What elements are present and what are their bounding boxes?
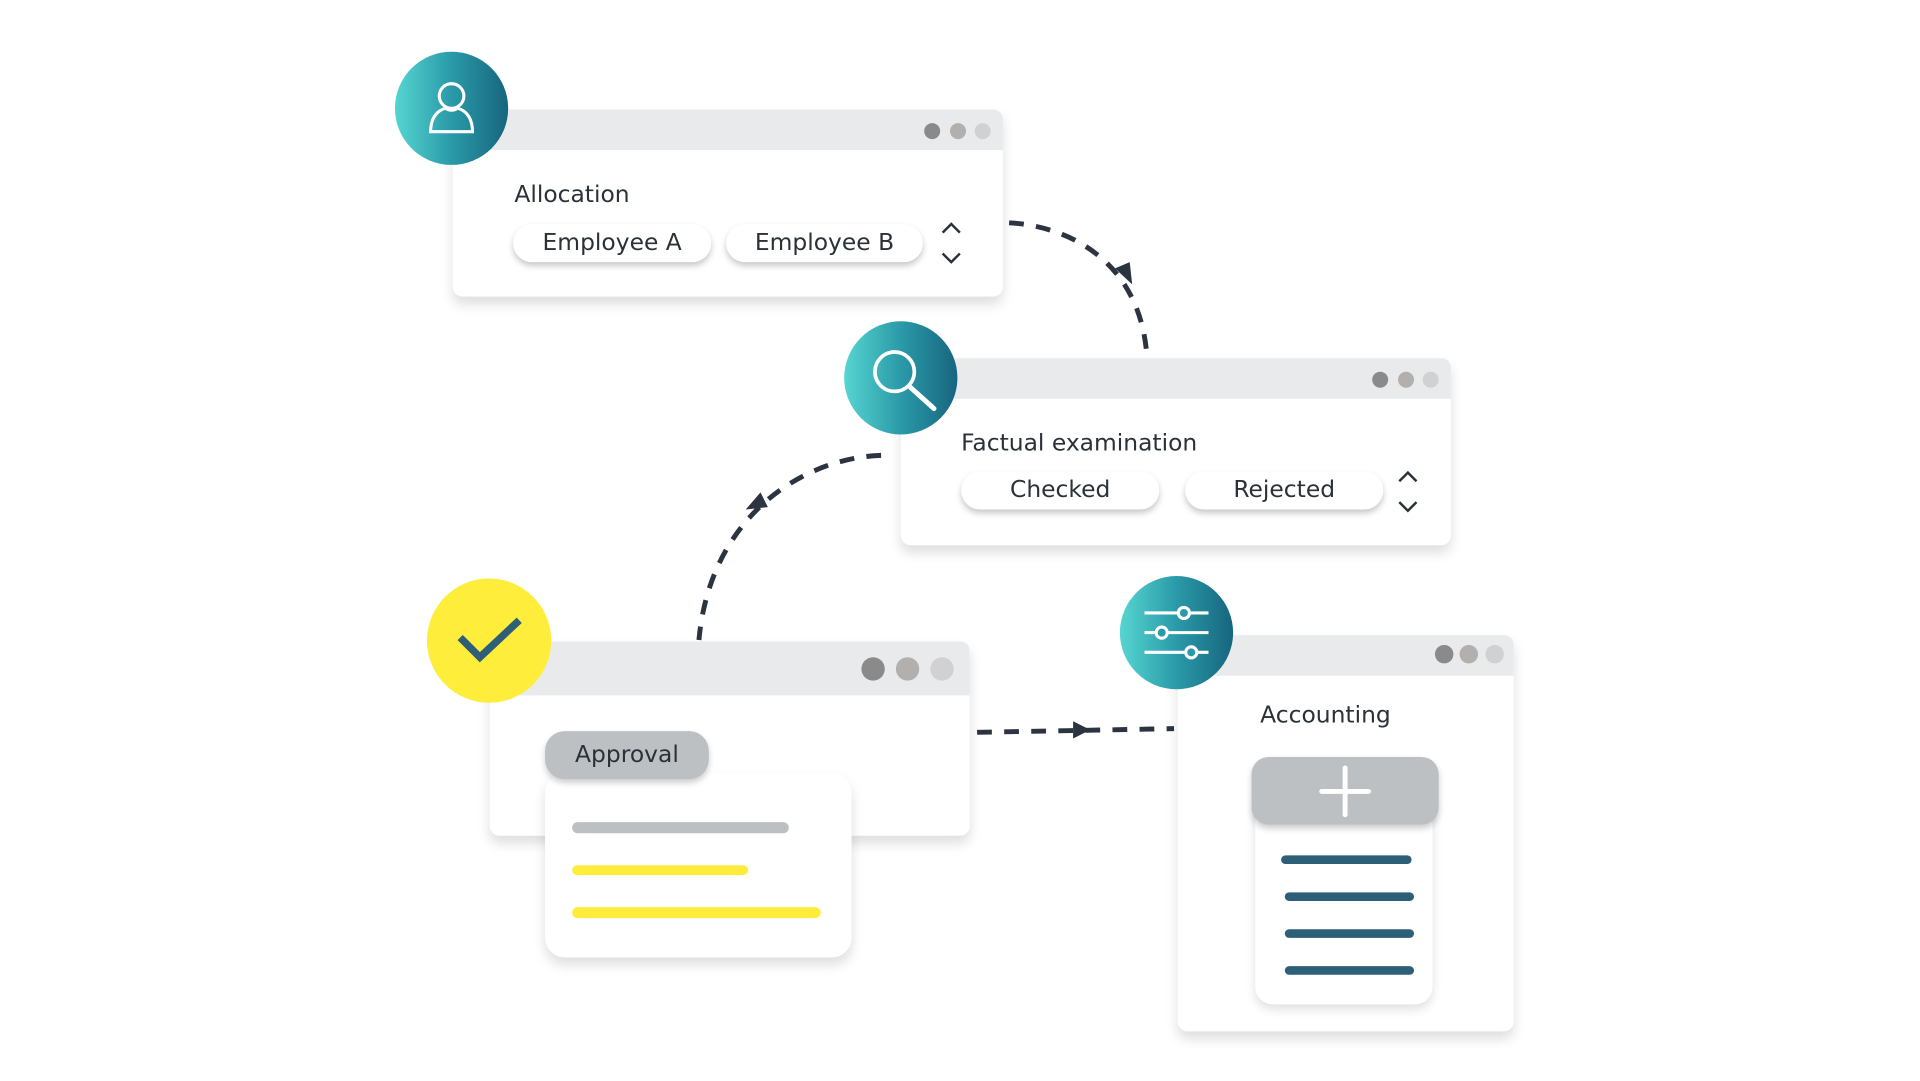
text-line-yellow <box>572 907 821 919</box>
text-line-yellow <box>572 865 749 876</box>
magnifier-icon <box>844 321 958 435</box>
option-employee-b[interactable]: Employee B <box>726 224 923 263</box>
window-dot <box>1459 644 1479 664</box>
user-icon <box>394 51 509 165</box>
option-rejected[interactable]: Rejected <box>1185 471 1384 510</box>
sliders-icon <box>1119 576 1234 690</box>
allocation-window: Allocation Employee A Employee B <box>452 109 1003 297</box>
step-title: Factual examination <box>961 429 1198 457</box>
window-titlebar <box>900 358 1451 399</box>
ledger-line <box>1281 855 1412 865</box>
text-line-gray <box>572 822 789 834</box>
ledger-line <box>1284 892 1415 901</box>
ledger-line <box>1284 929 1415 938</box>
workflow-diagram: Allocation Employee A Employee B Factual… <box>0 0 1910 1081</box>
option-employee-a[interactable]: Employee A <box>513 224 712 263</box>
window-dot <box>1434 644 1454 664</box>
window-titlebar <box>452 109 1003 151</box>
arrowhead-2 <box>745 492 768 510</box>
step-title: Accounting <box>1260 701 1391 729</box>
window-dot <box>895 657 920 681</box>
checkmark-icon <box>426 578 552 703</box>
plus-icon <box>1319 764 1371 817</box>
option-checked[interactable]: Checked <box>961 471 1160 510</box>
factual-examination-window: Factual examination Checked Rejected <box>900 358 1451 546</box>
add-button[interactable] <box>1251 756 1439 825</box>
window-dot <box>1485 644 1504 664</box>
accounting-window: Accounting <box>1177 635 1514 1032</box>
window-dot <box>1422 371 1439 388</box>
approval-label[interactable]: Approval <box>545 731 709 780</box>
window-dot <box>950 123 967 140</box>
arrow-allocation-to-examination <box>1008 220 1150 358</box>
arrowhead-3 <box>1073 721 1091 739</box>
approval-document-card <box>545 772 852 958</box>
window-dot <box>1372 371 1389 388</box>
up-down-chevron-icon[interactable] <box>940 220 962 269</box>
window-dot <box>924 123 941 140</box>
step-title: Allocation <box>514 180 630 209</box>
arrow-examination-to-approval <box>696 452 882 641</box>
window-dot <box>861 657 885 681</box>
window-dot <box>974 123 991 140</box>
up-down-chevron-icon[interactable] <box>1397 469 1419 518</box>
window-dot <box>930 657 954 681</box>
window-dot <box>1398 371 1415 388</box>
ledger-line <box>1284 966 1415 975</box>
